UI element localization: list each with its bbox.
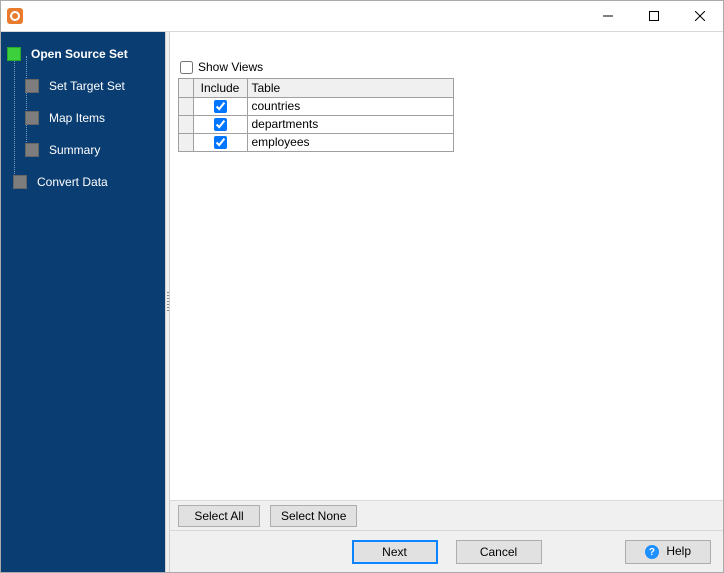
row-header[interactable] (179, 115, 193, 133)
select-all-button[interactable]: Select All (178, 505, 260, 527)
show-views-label: Show Views (198, 60, 263, 74)
wizard-footer: Next Cancel ? Help (170, 530, 723, 572)
show-views-checkbox[interactable] (180, 61, 193, 74)
include-checkbox[interactable] (214, 118, 227, 131)
table-name-cell[interactable]: employees (247, 133, 454, 151)
wizard-window: Open Source Set Set Target Set Map Items… (0, 0, 724, 573)
help-icon: ? (645, 545, 659, 559)
wizard-steps-sidebar: Open Source Set Set Target Set Map Items… (1, 32, 165, 572)
window-controls (585, 1, 723, 31)
step-label: Set Target Set (49, 79, 125, 93)
include-cell (193, 97, 247, 115)
table-row: departments (179, 115, 454, 133)
step-map-items[interactable]: Map Items (7, 104, 159, 132)
close-button[interactable] (677, 1, 723, 31)
selection-actions: Select All Select None (170, 500, 723, 530)
include-cell (193, 133, 247, 151)
step-label: Convert Data (37, 175, 108, 189)
table-row: countries (179, 97, 454, 115)
include-checkbox[interactable] (214, 100, 227, 113)
main-panel: Show Views Include Table countries (170, 32, 723, 572)
step-marker-icon (25, 111, 39, 125)
row-header-blank (179, 79, 193, 97)
step-marker-icon (25, 79, 39, 93)
table-name-cell[interactable]: departments (247, 115, 454, 133)
step-open-source-set[interactable]: Open Source Set (7, 40, 159, 68)
table-row: employees (179, 133, 454, 151)
step-convert-data[interactable]: Convert Data (7, 168, 159, 196)
step-marker-icon (25, 143, 39, 157)
row-header[interactable] (179, 133, 193, 151)
select-none-button[interactable]: Select None (270, 505, 357, 527)
app-icon (7, 8, 23, 24)
tables-grid: Include Table countries departments (178, 78, 454, 152)
include-checkbox[interactable] (214, 136, 227, 149)
table-name-cell[interactable]: countries (247, 97, 454, 115)
minimize-button[interactable] (585, 1, 631, 31)
step-set-target-set[interactable]: Set Target Set (7, 72, 159, 100)
next-button[interactable]: Next (352, 540, 438, 564)
help-label: Help (666, 544, 691, 558)
step-marker-icon (7, 47, 21, 61)
step-marker-icon (13, 175, 27, 189)
include-cell (193, 115, 247, 133)
table-header-row: Include Table (179, 79, 454, 97)
titlebar (1, 1, 723, 31)
column-header-table[interactable]: Table (247, 79, 454, 97)
help-button[interactable]: ? Help (625, 540, 711, 564)
step-label: Map Items (49, 111, 105, 125)
column-header-include[interactable]: Include (193, 79, 247, 97)
step-label: Summary (49, 143, 100, 157)
maximize-button[interactable] (631, 1, 677, 31)
cancel-button[interactable]: Cancel (456, 540, 542, 564)
step-summary[interactable]: Summary (7, 136, 159, 164)
step-label: Open Source Set (31, 47, 128, 61)
row-header[interactable] (179, 97, 193, 115)
show-views-row: Show Views (180, 60, 715, 74)
